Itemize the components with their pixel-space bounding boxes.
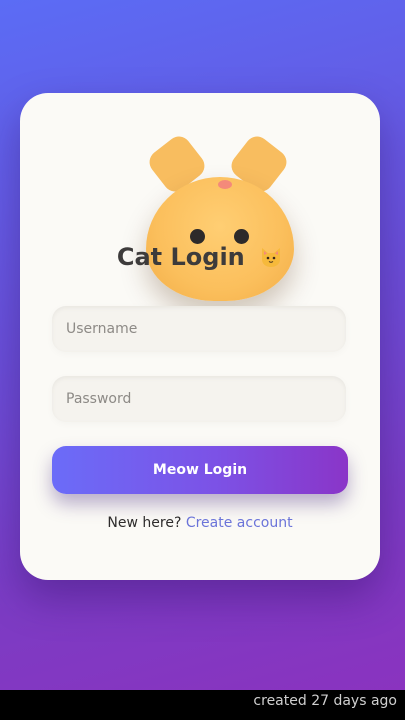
create-account-link[interactable]: Create account [186, 515, 293, 531]
signup-row: New here? Create account [20, 515, 380, 531]
cat-face-icon [262, 248, 281, 267]
username-input[interactable] [52, 306, 346, 352]
cat-forehead-spot [218, 180, 232, 189]
cat-head [146, 177, 294, 301]
cat-eye-right [234, 229, 249, 244]
login-card: Cat Login Meow Login New here? Create ac… [20, 93, 380, 580]
signup-prompt: New here? [107, 515, 182, 531]
cat-eye-left [190, 229, 205, 244]
app-background: Cat Login Meow Login New here? Create ac… [0, 0, 405, 690]
cat-mascot [140, 131, 300, 308]
login-button[interactable]: Meow Login [52, 446, 348, 494]
page-title-row: Cat Login [20, 243, 380, 271]
password-input[interactable] [52, 376, 346, 422]
created-timestamp: created 27 days ago [253, 693, 397, 709]
page-title: Cat Login [116, 243, 245, 271]
